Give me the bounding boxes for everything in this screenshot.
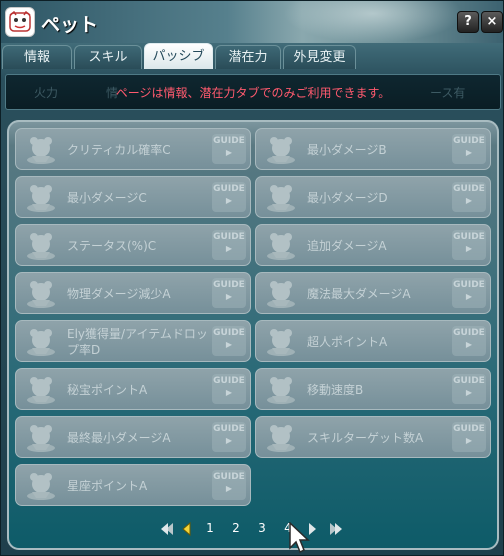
guide-button[interactable]: GUIDE ▶ xyxy=(452,278,486,308)
close-button[interactable]: × xyxy=(481,11,503,33)
passive-skill-name: 追加ダメージA xyxy=(307,239,387,253)
pagination: 1 2 3 4 xyxy=(1,520,504,540)
help-button[interactable]: ? xyxy=(457,11,479,33)
guide-button[interactable]: GUIDE ▶ xyxy=(212,422,246,452)
passive-skill-name: 最終最小ダメージA xyxy=(67,431,171,445)
guide-button[interactable]: GUIDE ▶ xyxy=(212,470,246,500)
guide-label: GUIDE xyxy=(213,184,245,194)
guide-label: GUIDE xyxy=(453,328,485,338)
guide-label: GUIDE xyxy=(453,424,485,434)
notice-message: ページは情報、潜在力タブでのみご利用できます。 xyxy=(115,86,391,100)
guide-arrow-icon: ▶ xyxy=(465,148,473,157)
passive-skill-name: 秘宝ポイントA xyxy=(67,383,148,397)
guide-label: GUIDE xyxy=(453,184,485,194)
guide-arrow-icon: ▶ xyxy=(225,196,233,205)
passive-slot[interactable]: 最小ダメージD GUIDE ▶ xyxy=(255,176,491,218)
pet-app-icon xyxy=(5,7,35,37)
guide-arrow-icon: ▶ xyxy=(225,388,233,397)
passive-skill-name: 超人ポイントA xyxy=(307,335,388,349)
guide-arrow-icon: ▶ xyxy=(465,340,473,349)
title-bar[interactable]: ペット ? × xyxy=(1,1,503,43)
tab-info[interactable]: 情報 xyxy=(2,45,72,69)
guide-label: GUIDE xyxy=(213,280,245,290)
tab-appearance[interactable]: 外見変更 xyxy=(283,45,356,69)
guide-arrow-icon: ▶ xyxy=(465,388,473,397)
guide-arrow-icon: ▶ xyxy=(465,244,473,253)
guide-button[interactable]: GUIDE ▶ xyxy=(212,278,246,308)
mouse-cursor-icon xyxy=(289,522,310,554)
guide-arrow-icon: ▶ xyxy=(225,484,233,493)
guide-button[interactable]: GUIDE ▶ xyxy=(212,134,246,164)
passive-slot[interactable]: 星座ポイントA GUIDE ▶ xyxy=(15,464,251,506)
passive-skill-name: Ely獲得量/アイテムドロップ率D xyxy=(67,327,208,357)
passive-skill-name: スキルターゲット数A xyxy=(307,431,424,445)
guide-button[interactable]: GUIDE ▶ xyxy=(212,182,246,212)
first-page-icon[interactable] xyxy=(161,522,174,536)
guide-label: GUIDE xyxy=(453,376,485,386)
guide-button[interactable]: GUIDE ▶ xyxy=(452,134,486,164)
guide-arrow-icon: ▶ xyxy=(225,436,233,445)
passive-skill-name: クリティカル確率C xyxy=(67,143,171,157)
guide-label: GUIDE xyxy=(453,280,485,290)
passive-skill-name: 移動速度B xyxy=(307,383,364,397)
passive-slot[interactable]: スキルターゲット数A GUIDE ▶ xyxy=(255,416,491,458)
page-2[interactable]: 2 xyxy=(229,521,243,535)
guide-button[interactable]: GUIDE ▶ xyxy=(212,374,246,404)
guide-label: GUIDE xyxy=(213,376,245,386)
tab-passive[interactable]: パッシブ xyxy=(144,43,213,69)
guide-button[interactable]: GUIDE ▶ xyxy=(452,374,486,404)
guide-button[interactable]: GUIDE ▶ xyxy=(452,182,486,212)
guide-arrow-icon: ▶ xyxy=(465,292,473,301)
guide-arrow-icon: ▶ xyxy=(465,196,473,205)
guide-button[interactable]: GUIDE ▶ xyxy=(212,230,246,260)
guide-button[interactable]: GUIDE ▶ xyxy=(452,230,486,260)
passive-skill-name: 最小ダメージB xyxy=(307,143,387,157)
passive-slot[interactable]: 秘宝ポイントA GUIDE ▶ xyxy=(15,368,251,410)
tab-skill[interactable]: スキル xyxy=(74,45,142,69)
passive-skill-name: 最小ダメージC xyxy=(67,191,147,205)
passive-skill-name: 物理ダメージ減少A xyxy=(67,287,171,301)
passive-slot[interactable]: 追加ダメージA GUIDE ▶ xyxy=(255,224,491,266)
passive-slot[interactable]: 移動速度B GUIDE ▶ xyxy=(255,368,491,410)
passive-slot[interactable]: 超人ポイントA GUIDE ▶ xyxy=(255,320,491,362)
pet-window: ペット ? × 情報 スキル パッシブ 潜在力 外見変更 火力 情 ース有 ペー… xyxy=(0,0,504,556)
prev-page-icon[interactable] xyxy=(180,522,193,536)
page-1[interactable]: 1 xyxy=(203,521,217,535)
guide-label: GUIDE xyxy=(213,136,245,146)
title-bar-decoration xyxy=(283,1,463,43)
page-3[interactable]: 3 xyxy=(255,521,269,535)
passive-slot[interactable]: 物理ダメージ減少A GUIDE ▶ xyxy=(15,272,251,314)
guide-arrow-icon: ▶ xyxy=(225,292,233,301)
passive-slot[interactable]: 最小ダメージB GUIDE ▶ xyxy=(255,128,491,170)
passive-slot[interactable]: Ely獲得量/アイテムドロップ率D GUIDE ▶ xyxy=(15,320,251,362)
guide-arrow-icon: ▶ xyxy=(225,340,233,349)
passive-slot[interactable]: 最終最小ダメージA GUIDE ▶ xyxy=(15,416,251,458)
window-title: ペット xyxy=(41,14,99,36)
guide-arrow-icon: ▶ xyxy=(225,244,233,253)
guide-label: GUIDE xyxy=(453,136,485,146)
guide-label: GUIDE xyxy=(213,424,245,434)
last-page-icon[interactable] xyxy=(329,522,342,536)
tab-bar: 情報 スキル パッシブ 潜在力 外見変更 xyxy=(1,43,503,69)
passive-skill-name: ステータス(%)C xyxy=(67,239,157,253)
guide-arrow-icon: ▶ xyxy=(465,436,473,445)
guide-label: GUIDE xyxy=(213,472,245,482)
guide-button[interactable]: GUIDE ▶ xyxy=(452,422,486,452)
guide-label: GUIDE xyxy=(213,328,245,338)
passive-skill-name: 最小ダメージD xyxy=(307,191,388,205)
passive-skill-name: 星座ポイントA xyxy=(67,479,148,493)
guide-label: GUIDE xyxy=(213,232,245,242)
tab-potential[interactable]: 潜在力 xyxy=(215,45,281,69)
passive-slot[interactable]: ステータス(%)C GUIDE ▶ xyxy=(15,224,251,266)
guide-button[interactable]: GUIDE ▶ xyxy=(212,326,246,356)
passive-slot[interactable]: 最小ダメージC GUIDE ▶ xyxy=(15,176,251,218)
guide-button[interactable]: GUIDE ▶ xyxy=(452,326,486,356)
passive-slot[interactable]: 魔法最大ダメージA GUIDE ▶ xyxy=(255,272,491,314)
notice-banner: 火力 情 ース有 ページは情報、潜在力タブでのみご利用できます。 xyxy=(5,74,501,110)
passive-skill-name: 魔法最大ダメージA xyxy=(307,287,411,301)
guide-label: GUIDE xyxy=(453,232,485,242)
passive-slot[interactable]: クリティカル確率C GUIDE ▶ xyxy=(15,128,251,170)
guide-arrow-icon: ▶ xyxy=(225,148,233,157)
